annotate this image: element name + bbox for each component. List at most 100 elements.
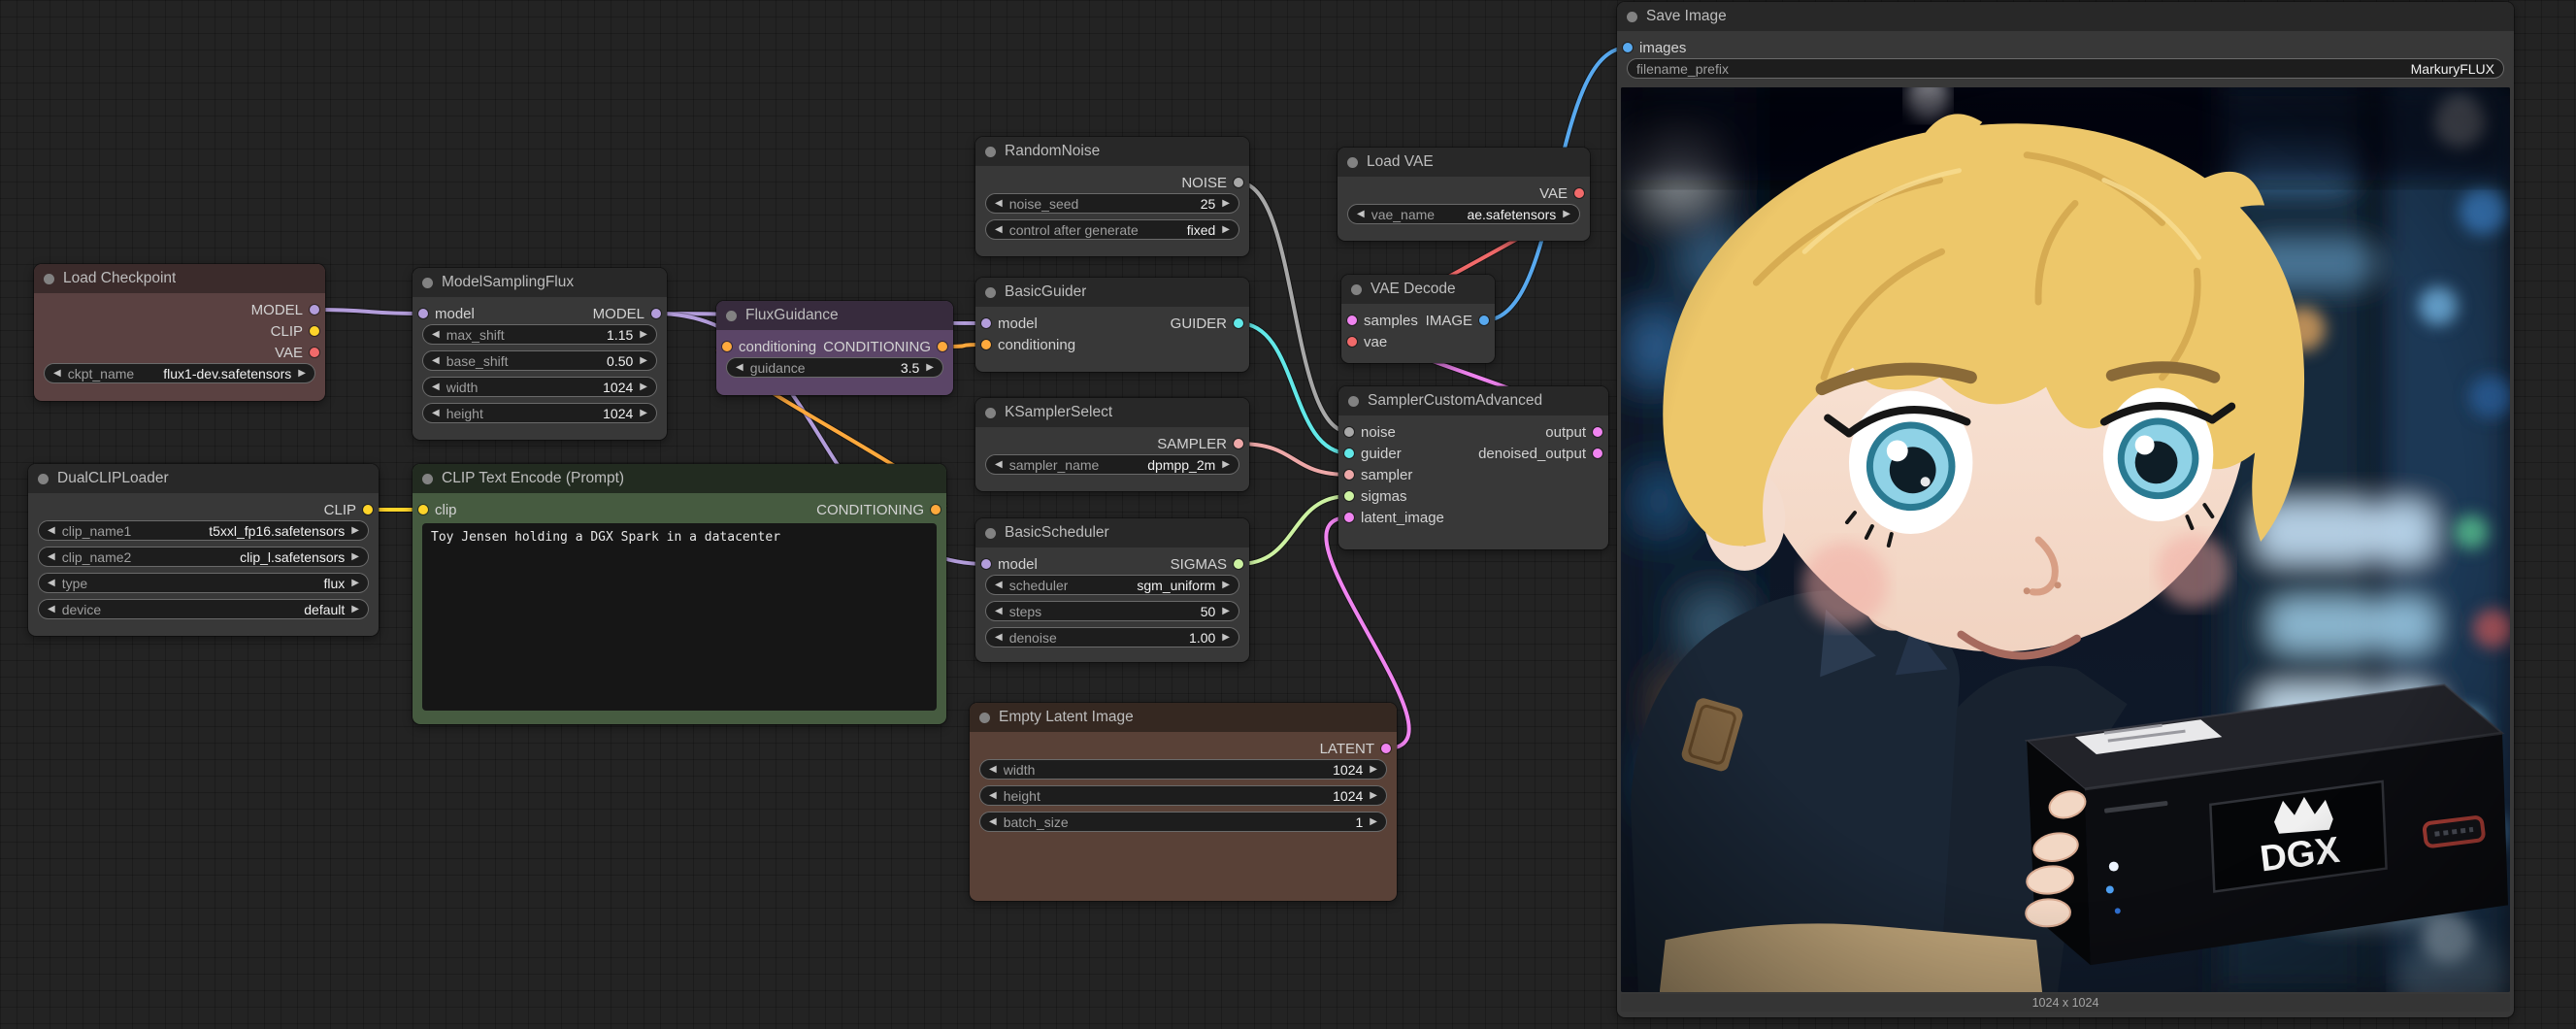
decrement-arrow-icon[interactable]: ◀	[995, 607, 1003, 616]
increment-arrow-icon[interactable]: ▶	[1370, 765, 1377, 775]
decrement-arrow-icon[interactable]: ◀	[432, 356, 440, 366]
widget-filename-prefix[interactable]: filename_prefixMarkuryFLUX	[1627, 58, 2504, 79]
decrement-arrow-icon[interactable]: ◀	[995, 225, 1003, 235]
collapse-dot-icon[interactable]	[38, 474, 49, 484]
collapse-dot-icon[interactable]	[422, 278, 433, 288]
increment-arrow-icon[interactable]: ▶	[640, 330, 647, 340]
CLIP-output-slot[interactable]	[363, 505, 373, 514]
node-random-noise[interactable]: RandomNoiseNOISE◀noise_seed25▶◀control a…	[975, 137, 1249, 256]
node-load-checkpoint[interactable]: Load CheckpointMODELCLIPVAE◀ckpt_nameflu…	[34, 264, 325, 401]
CONDITIONING-output-slot[interactable]	[938, 342, 947, 351]
output-output-slot[interactable]	[1593, 427, 1602, 437]
increment-arrow-icon[interactable]: ▶	[1563, 210, 1570, 219]
CONDITIONING-output-slot[interactable]	[931, 505, 941, 514]
decrement-arrow-icon[interactable]: ◀	[995, 581, 1003, 590]
decrement-arrow-icon[interactable]: ◀	[48, 605, 55, 614]
decrement-arrow-icon[interactable]: ◀	[989, 765, 997, 775]
widget-height[interactable]: ◀height1024▶	[979, 785, 1387, 806]
node-flux-guidance[interactable]: FluxGuidanceconditioningCONDITIONING◀gui…	[716, 301, 953, 395]
widget-denoise[interactable]: ◀denoise1.00▶	[985, 627, 1239, 647]
decrement-arrow-icon[interactable]: ◀	[995, 460, 1003, 470]
decrement-arrow-icon[interactable]: ◀	[995, 633, 1003, 643]
node-title-bar[interactable]: VAE Decode	[1341, 275, 1495, 304]
collapse-dot-icon[interactable]	[422, 474, 433, 484]
node-title-bar[interactable]: Empty Latent Image	[970, 703, 1397, 732]
widget-clip-name2[interactable]: ◀clip_name2clip_l.safetensors▶	[38, 547, 369, 567]
node-model-sampling-flux[interactable]: ModelSamplingFluxmodelMODEL◀max_shift1.1…	[413, 268, 667, 440]
CLIP-output-slot[interactable]	[310, 326, 319, 336]
decrement-arrow-icon[interactable]: ◀	[432, 409, 440, 418]
images-input-slot[interactable]	[1623, 43, 1633, 52]
widget-base-shift[interactable]: ◀base_shift0.50▶	[422, 350, 657, 371]
widget-type[interactable]: ◀typeflux▶	[38, 573, 369, 593]
model-input-slot[interactable]	[981, 318, 991, 328]
collapse-dot-icon[interactable]	[985, 287, 996, 298]
IMAGE-output-slot[interactable]	[1479, 315, 1489, 325]
node-title-bar[interactable]: SamplerCustomAdvanced	[1338, 386, 1608, 415]
collapse-dot-icon[interactable]	[985, 528, 996, 539]
node-graph-canvas[interactable]: Load CheckpointMODELCLIPVAE◀ckpt_nameflu…	[0, 0, 2576, 1029]
node-save-image[interactable]: Save Imageimagesfilename_prefixMarkuryFL…	[1617, 2, 2514, 1017]
decrement-arrow-icon[interactable]: ◀	[989, 817, 997, 827]
MODEL-output-slot[interactable]	[651, 309, 661, 318]
widget-guidance[interactable]: ◀guidance3.5▶	[726, 357, 943, 378]
guider-input-slot[interactable]	[1344, 448, 1354, 458]
LATENT-output-slot[interactable]	[1381, 744, 1391, 753]
increment-arrow-icon[interactable]: ▶	[640, 382, 647, 392]
node-title-bar[interactable]: RandomNoise	[975, 137, 1249, 166]
decrement-arrow-icon[interactable]: ◀	[48, 579, 55, 588]
widget-width[interactable]: ◀width1024▶	[979, 759, 1387, 780]
image-preview-container[interactable]: DGX	[1621, 87, 2510, 992]
collapse-dot-icon[interactable]	[1627, 12, 1637, 22]
node-title-bar[interactable]: Load VAE	[1338, 148, 1590, 177]
increment-arrow-icon[interactable]: ▶	[351, 552, 359, 562]
SIGMAS-output-slot[interactable]	[1234, 559, 1243, 569]
collapse-dot-icon[interactable]	[1347, 157, 1358, 168]
node-title-bar[interactable]: BasicScheduler	[975, 518, 1249, 548]
decrement-arrow-icon[interactable]: ◀	[995, 199, 1003, 209]
widget-height[interactable]: ◀height1024▶	[422, 403, 657, 423]
node-ksampler-select[interactable]: KSamplerSelectSAMPLER◀sampler_namedpmpp_…	[975, 398, 1249, 491]
increment-arrow-icon[interactable]: ▶	[351, 579, 359, 588]
widget-max-shift[interactable]: ◀max_shift1.15▶	[422, 324, 657, 345]
increment-arrow-icon[interactable]: ▶	[926, 363, 934, 373]
increment-arrow-icon[interactable]: ▶	[1222, 633, 1230, 643]
VAE-output-slot[interactable]	[310, 348, 319, 357]
increment-arrow-icon[interactable]: ▶	[1222, 199, 1230, 209]
node-vae-decode[interactable]: VAE DecodesamplesIMAGEvae	[1341, 275, 1495, 363]
model-input-slot[interactable]	[981, 559, 991, 569]
widget-batch-size[interactable]: ◀batch_size1▶	[979, 812, 1387, 832]
widget-clip-name1[interactable]: ◀clip_name1t5xxl_fp16.safetensors▶	[38, 520, 369, 541]
generated-image-preview[interactable]: DGX	[1621, 87, 2510, 992]
decrement-arrow-icon[interactable]: ◀	[989, 791, 997, 801]
NOISE-output-slot[interactable]	[1234, 178, 1243, 187]
conditioning-input-slot[interactable]	[722, 342, 732, 351]
node-empty-latent-image[interactable]: Empty Latent ImageLATENT◀width1024▶◀heig…	[970, 703, 1397, 901]
collapse-dot-icon[interactable]	[979, 713, 990, 723]
node-title-bar[interactable]: CLIP Text Encode (Prompt)	[413, 464, 946, 493]
collapse-dot-icon[interactable]	[1351, 284, 1362, 295]
latent_image-input-slot[interactable]	[1344, 513, 1354, 522]
decrement-arrow-icon[interactable]: ◀	[432, 382, 440, 392]
increment-arrow-icon[interactable]: ▶	[1222, 581, 1230, 590]
increment-arrow-icon[interactable]: ▶	[1370, 817, 1377, 827]
widget-width[interactable]: ◀width1024▶	[422, 377, 657, 397]
sigmas-input-slot[interactable]	[1344, 491, 1354, 501]
node-sampler-custom-advanced[interactable]: SamplerCustomAdvancednoiseoutputguiderde…	[1338, 386, 1608, 549]
node-title-bar[interactable]: Load Checkpoint	[34, 264, 325, 293]
VAE-output-slot[interactable]	[1574, 188, 1584, 198]
widget-sampler-name[interactable]: ◀sampler_namedpmpp_2m▶	[985, 454, 1239, 475]
increment-arrow-icon[interactable]: ▶	[351, 526, 359, 536]
node-basic-guider[interactable]: BasicGuidermodelGUIDERconditioning	[975, 278, 1249, 372]
collapse-dot-icon[interactable]	[44, 274, 54, 284]
node-basic-scheduler[interactable]: BasicSchedulermodelSIGMAS◀schedulersgm_u…	[975, 518, 1249, 662]
collapse-dot-icon[interactable]	[985, 147, 996, 157]
collapse-dot-icon[interactable]	[985, 408, 996, 418]
model-input-slot[interactable]	[418, 309, 428, 318]
collapse-dot-icon[interactable]	[1348, 396, 1359, 407]
node-load-vae[interactable]: Load VAEVAE◀vae_nameae.safetensors▶	[1338, 148, 1590, 241]
widget-vae-name[interactable]: ◀vae_nameae.safetensors▶	[1347, 204, 1580, 224]
widget-steps[interactable]: ◀steps50▶	[985, 601, 1239, 621]
widget-scheduler[interactable]: ◀schedulersgm_uniform▶	[985, 575, 1239, 595]
collapse-dot-icon[interactable]	[726, 311, 737, 321]
